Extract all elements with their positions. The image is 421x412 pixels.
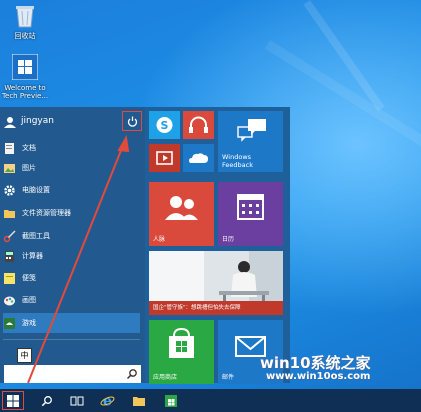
taskbar-file-explorer-button[interactable] [128,391,150,410]
search-icon [41,395,52,406]
file-explorer-icon [133,396,145,406]
watermark-title: win10系统之家 [260,354,371,372]
task-view-icon [70,396,84,405]
taskbar-store-button[interactable] [160,391,182,410]
store-icon [165,394,177,407]
windows-logo-icon [7,394,19,407]
watermark-url: www.win10os.com [266,371,371,382]
watermark: win10系统之家 www.win10os.com [260,352,420,388]
task-view-button[interactable] [66,391,88,410]
taskbar: e [0,389,421,412]
svg-text:e: e [103,394,112,409]
annotation-arrow [27,135,130,384]
ie-icon: e [100,394,114,409]
taskbar-search-button[interactable] [36,391,58,410]
start-button[interactable] [2,391,24,410]
taskbar-ie-button[interactable]: e [96,391,118,410]
